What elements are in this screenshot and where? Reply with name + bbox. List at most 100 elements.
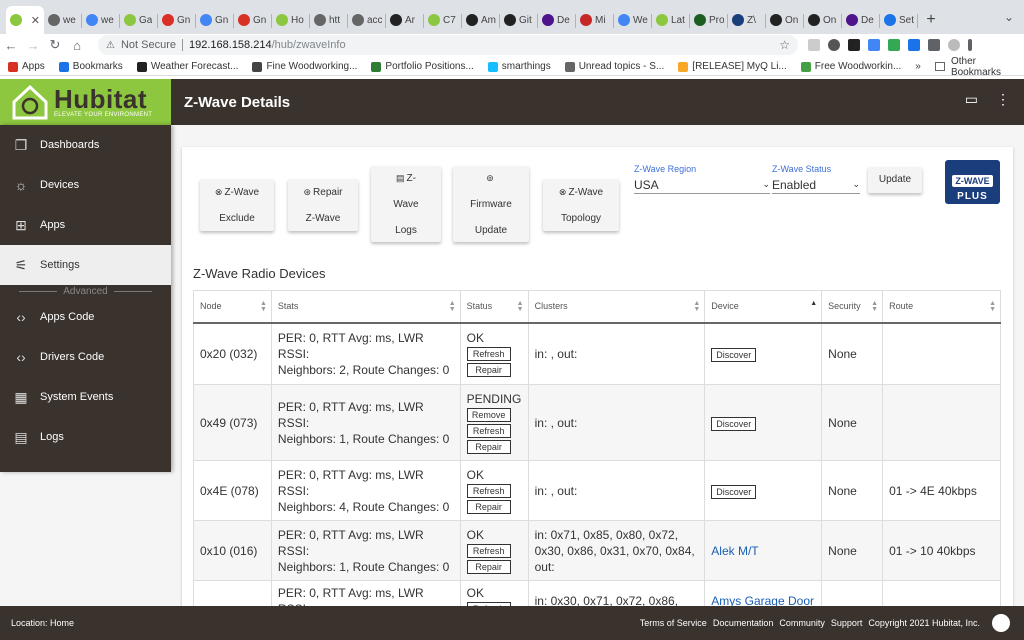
forward-icon[interactable]: → — [22, 38, 44, 53]
profile-avatar[interactable] — [948, 39, 960, 51]
menu-dots-icon[interactable] — [968, 39, 972, 51]
column-header[interactable]: Security ▲ ▼ — [821, 290, 884, 324]
bookmark-item[interactable]: Unread topics - S... — [564, 61, 664, 72]
status-select[interactable]: Enabled ⌄ — [772, 176, 860, 194]
browser-tab[interactable]: Gn — [158, 6, 196, 34]
repair-button[interactable]: Repair — [466, 362, 511, 377]
refresh-button[interactable]: Refresh — [466, 543, 511, 558]
column-header[interactable]: Route ▲ ▼ — [882, 290, 1001, 324]
refresh-button[interactable]: Refresh — [466, 423, 511, 438]
browser-tab[interactable]: Gn — [234, 6, 272, 34]
discover-button[interactable]: Discover — [711, 347, 757, 362]
browser-tab[interactable]: Ho — [272, 6, 310, 34]
extension-icon[interactable] — [808, 39, 820, 51]
extension-icon[interactable] — [828, 39, 840, 51]
refresh-button[interactable]: Refresh — [466, 346, 511, 361]
hubitat-logo[interactable]: Hubitat ELEVATE YOUR ENVIRONMENT — [0, 79, 171, 125]
bookmark-item[interactable]: Free Woodworkin... — [800, 61, 901, 72]
browser-tab[interactable]: De — [842, 6, 880, 34]
repair-button[interactable]: Repair — [466, 559, 511, 574]
sidebar-item[interactable]: ❐ Dashboards — [0, 125, 171, 165]
column-header[interactable]: Clusters ▲ ▼ — [528, 290, 706, 324]
footer-link[interactable]: Documentation — [713, 618, 774, 628]
browser-tab[interactable]: On — [766, 6, 804, 34]
reload-icon[interactable]: ↻ — [44, 37, 66, 53]
other-bookmarks[interactable]: Other Bookmarks — [934, 56, 1014, 78]
discover-button[interactable]: Discover — [711, 484, 757, 499]
browser-tab[interactable]: Pro — [690, 6, 728, 34]
update-button[interactable]: Update — [868, 167, 922, 193]
region-select[interactable]: USA ⌄ — [634, 176, 770, 194]
column-header[interactable]: Device ▲ — [704, 290, 823, 324]
extension-icon[interactable] — [868, 39, 880, 51]
repair-button[interactable]: Repair — [466, 499, 511, 514]
remove-button[interactable]: Remove — [466, 407, 511, 422]
footer-link[interactable]: Community — [779, 618, 825, 628]
zwave-logs-button[interactable]: ▤ Z- Wave Logs — [371, 166, 441, 242]
browser-tab[interactable]: On — [804, 6, 842, 34]
feedback-icon[interactable]: ▭ — [965, 91, 978, 108]
sidebar-item[interactable]: ⚟ Settings — [0, 245, 171, 285]
browser-tab[interactable]: we — [44, 6, 82, 34]
zwave-topology-button[interactable]: ⊗ Z-Wave Topology — [543, 179, 619, 231]
more-bookmarks-icon[interactable]: » — [915, 61, 921, 72]
browser-tab[interactable]: Ga — [120, 6, 158, 34]
bookmark-item[interactable]: Bookmarks — [58, 61, 123, 72]
extension-icon[interactable] — [888, 39, 900, 51]
bookmark-item[interactable]: Portfolio Positions... — [371, 61, 474, 72]
refresh-button[interactable]: Refresh — [466, 483, 511, 498]
browser-tab[interactable]: ✕ — [6, 6, 44, 34]
close-tab-icon[interactable]: ✕ — [31, 14, 40, 27]
sidebar-item[interactable]: ⊞ Apps — [0, 205, 171, 245]
browser-tab[interactable]: Ar — [386, 6, 424, 34]
new-tab-button[interactable]: + — [918, 6, 944, 34]
bookmark-item[interactable]: [RELEASE] MyQ Li... — [678, 61, 787, 72]
back-icon[interactable]: ← — [0, 38, 22, 53]
browser-tab[interactable]: We — [614, 6, 652, 34]
home-icon[interactable]: ⌂ — [66, 38, 88, 53]
sidebar-item[interactable]: ▤ Logs — [0, 417, 171, 457]
address-bar[interactable]: ⚠ Not Secure 192.168.158.214 /hub/zwaveI… — [98, 35, 798, 55]
hubitat-badge-icon[interactable] — [992, 614, 1010, 632]
sidebar-item[interactable]: ‹› Apps Code — [0, 297, 171, 337]
bookmark-item[interactable]: Apps — [8, 61, 45, 72]
device-link[interactable]: Amys Garage Door — [711, 594, 814, 606]
browser-tab[interactable]: Set — [880, 6, 918, 34]
extension-icon[interactable] — [908, 39, 920, 51]
browser-tab[interactable]: Lat — [652, 6, 690, 34]
browser-tab[interactable]: De — [538, 6, 576, 34]
repair-zwave-button[interactable]: ⊛ Repair Z-Wave — [288, 179, 358, 231]
column-header[interactable]: Node ▲ ▼ — [193, 290, 272, 324]
bookmark-star-icon[interactable]: ☆ — [779, 38, 790, 52]
clusters-line: in: , out: — [534, 415, 578, 430]
footer-link[interactable]: Support — [831, 618, 863, 628]
column-header[interactable]: Status ▲ ▼ — [460, 290, 529, 324]
more-vert-icon[interactable]: ⋮ — [996, 91, 1010, 108]
bookmark-item[interactable]: Fine Woodworking... — [252, 61, 357, 72]
browser-tab[interactable]: htt — [310, 6, 348, 34]
browser-tab[interactable]: Git — [500, 6, 538, 34]
zwave-exclude-button[interactable]: ⊗ Z-Wave Exclude — [200, 179, 274, 231]
tab-search-icon[interactable]: ⌄ — [1004, 10, 1014, 24]
sidebar-item[interactable]: ‹› Drivers Code — [0, 337, 171, 377]
extension-icon[interactable] — [848, 39, 860, 51]
browser-tab[interactable]: Z\ — [728, 6, 766, 34]
column-header-label: Security — [828, 301, 861, 312]
device-link[interactable]: Alek M/T — [711, 544, 758, 558]
browser-tab[interactable]: Gn — [196, 6, 234, 34]
browser-tab[interactable]: acc — [348, 6, 386, 34]
firmware-update-button[interactable]: ⊚ Firmware Update — [453, 166, 529, 242]
browser-tab[interactable]: Mi — [576, 6, 614, 34]
discover-button[interactable]: Discover — [711, 416, 757, 431]
bookmark-item[interactable]: smarthings — [487, 61, 551, 72]
browser-tab[interactable]: C7 — [424, 6, 462, 34]
browser-tab[interactable]: Am — [462, 6, 500, 34]
puzzle-icon[interactable] — [928, 39, 940, 51]
browser-tab[interactable]: we — [82, 6, 120, 34]
sidebar-item[interactable]: ▦ System Events — [0, 377, 171, 417]
footer-link[interactable]: Terms of Service — [640, 618, 707, 628]
repair-button[interactable]: Repair — [466, 439, 511, 454]
bookmark-item[interactable]: Weather Forecast... — [136, 61, 238, 72]
column-header[interactable]: Stats ▲ ▼ — [271, 290, 461, 324]
sidebar-item[interactable]: ☼ Devices — [0, 165, 171, 205]
